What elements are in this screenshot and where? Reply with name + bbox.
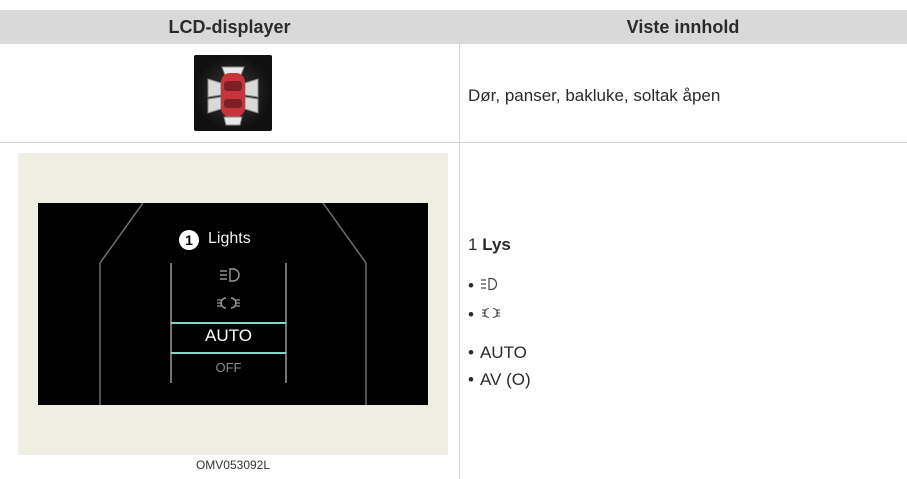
table-header: LCD-displayer Viste innhold [0, 10, 907, 44]
door-open-description: Dør, panser, bakluke, soltak åpen [468, 86, 721, 105]
list-item: • AUTO [468, 343, 527, 362]
option-auto: AUTO [205, 326, 252, 345]
lights-title: Lys [482, 235, 511, 254]
position-light-icon [480, 305, 502, 325]
list-item: • [468, 305, 502, 325]
lcd-screen: 1 Lights AUTO OFF [38, 203, 428, 405]
car-doors-open-icon [194, 55, 272, 131]
item-off: AV (O) [479, 370, 531, 389]
headlight-icon [218, 267, 242, 288]
headlight-icon [480, 276, 498, 296]
header-shown-content: Viste innhold [626, 16, 740, 37]
list-item: • AV (O) [468, 370, 531, 389]
column-divider [459, 44, 460, 479]
option-off: OFF [215, 360, 242, 375]
row-divider [0, 142, 907, 143]
lcd-display-table: LCD-displayer Viste innhold Dør, panser,… [0, 0, 907, 479]
lights-number: 1 [468, 235, 478, 254]
header-lcd-displays: LCD-displayer [168, 16, 291, 37]
step-number-badge: 1 [179, 230, 199, 250]
lights-heading: 1 Lys [468, 235, 511, 255]
badge-number: 1 [185, 232, 193, 248]
image-caption: OMV053092L [195, 458, 271, 472]
item-auto: AUTO [479, 343, 527, 362]
position-light-icon [214, 295, 244, 316]
list-item: • [468, 276, 498, 296]
top-margin [0, 0, 907, 10]
screen-title-lights: Lights [208, 230, 251, 247]
